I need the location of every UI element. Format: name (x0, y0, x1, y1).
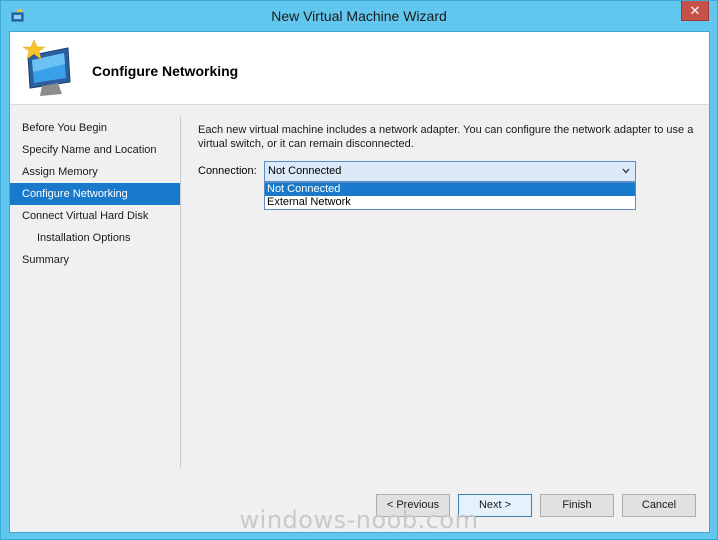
nav-item-summary[interactable]: Summary (10, 249, 180, 271)
wizard-content: Each new virtual machine includes a netw… (198, 123, 698, 210)
wizard-window: New Virtual Machine Wizard ✕ Configure N… (0, 0, 718, 540)
watermark: windows-noob.com (239, 506, 479, 534)
close-icon: ✕ (689, 2, 701, 18)
title-bar[interactable]: New Virtual Machine Wizard ✕ (1, 1, 717, 31)
page-description: Each new virtual machine includes a netw… (198, 124, 694, 150)
window-title: New Virtual Machine Wizard (271, 8, 447, 24)
connection-select[interactable]: Not Connected (264, 161, 636, 182)
nav-item-specify-name-location[interactable]: Specify Name and Location (10, 139, 180, 161)
chevron-down-icon[interactable] (621, 164, 631, 183)
wizard-header: Configure Networking (10, 32, 709, 105)
nav-item-connect-virtual-hard-disk[interactable]: Connect Virtual Hard Disk (10, 205, 180, 227)
nav-item-assign-memory[interactable]: Assign Memory (10, 161, 180, 183)
nav-item-configure-networking[interactable]: Configure Networking (10, 183, 180, 205)
new-vm-wizard-icon (18, 38, 76, 98)
option-not-connected[interactable]: Not Connected (265, 183, 635, 196)
wizard-client-area: Configure Networking Before You Begin Sp… (9, 31, 710, 533)
wizard-steps-nav: Before You Begin Specify Name and Locati… (10, 117, 181, 467)
connection-select-value: Not Connected (268, 165, 342, 177)
nav-item-installation-options[interactable]: Installation Options (10, 227, 180, 249)
connection-dropdown-list: Not Connected External Network (264, 182, 636, 210)
nav-item-before-you-begin[interactable]: Before You Begin (10, 117, 180, 139)
close-button[interactable]: ✕ (681, 1, 709, 21)
page-title: Configure Networking (92, 63, 239, 79)
connection-label: Connection: (198, 165, 257, 177)
option-external-network[interactable]: External Network (265, 196, 635, 209)
